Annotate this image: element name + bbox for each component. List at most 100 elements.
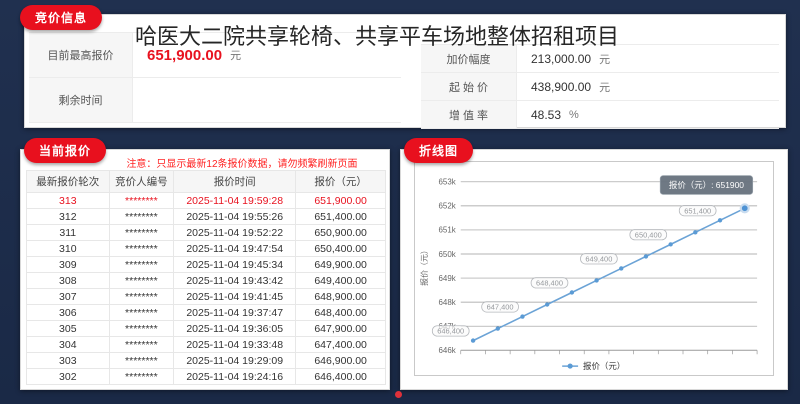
line-chart-svg[interactable]: 653k652k651k650k649k648k647k646k报价（元）646… — [415, 162, 773, 375]
value-unit: 元 — [599, 51, 610, 67]
bids-column-header: 最新报价轮次 — [27, 171, 110, 193]
bid-info-badge: 竞价信息 — [20, 5, 102, 30]
project-title: 哈医大二院共享轮椅、共享平车场地整体招租项目 — [135, 19, 619, 51]
price-cell: 651,900.00 — [296, 193, 386, 209]
bidder-cell: ******** — [109, 321, 174, 337]
svg-text:647,400: 647,400 — [487, 303, 514, 312]
bid-table-row: 306********2025-11-04 19:37:47648,400.00 — [27, 305, 386, 321]
bid-info-value: 438,900.00 元 — [517, 73, 779, 100]
line-chart-badge: 折线图 — [404, 138, 473, 163]
time-cell: 2025-11-04 19:52:22 — [174, 225, 296, 241]
price-cell: 647,900.00 — [296, 321, 386, 337]
svg-text:651k: 651k — [439, 226, 456, 235]
bids-table-header-row: 最新报价轮次竞价人编号报价时间报价（元） — [27, 171, 386, 193]
round-cell: 307 — [27, 289, 110, 305]
time-cell: 2025-11-04 19:43:42 — [174, 273, 296, 289]
bid-info-row: 起 始 价 438,900.00 元 — [421, 73, 779, 101]
bids-table: 最新报价轮次竞价人编号报价时间报价（元） 313********2025-11-… — [26, 170, 386, 385]
bid-table-row: 305********2025-11-04 19:36:05647,900.00 — [27, 321, 386, 337]
bid-table-row: 303********2025-11-04 19:29:09646,900.00 — [27, 353, 386, 369]
price-cell: 647,400.00 — [296, 337, 386, 353]
bid-table-row: 308********2025-11-04 19:43:42649,400.00 — [27, 273, 386, 289]
bid-table-row: 302********2025-11-04 19:24:16646,400.00 — [27, 369, 386, 385]
svg-text:651,400: 651,400 — [684, 206, 711, 215]
price-cell: 649,900.00 — [296, 257, 386, 273]
svg-text:653k: 653k — [439, 178, 456, 187]
bid-info-label: 剩余时间 — [29, 78, 133, 122]
bid-table-row: 309********2025-11-04 19:45:34649,900.00 — [27, 257, 386, 273]
svg-text:646k: 646k — [439, 346, 456, 355]
bidder-cell: ******** — [109, 209, 174, 225]
value-text: 213,000.00 — [531, 52, 591, 66]
pager-dot[interactable] — [395, 391, 402, 398]
time-cell: 2025-11-04 19:33:48 — [174, 337, 296, 353]
bidder-cell: ******** — [109, 305, 174, 321]
bid-info-panel: 哈医大二院共享轮椅、共享平车场地整体招租项目 目前最高报价651,900.00元… — [24, 14, 786, 128]
round-cell: 303 — [27, 353, 110, 369]
price-cell: 646,900.00 — [296, 353, 386, 369]
round-cell: 305 — [27, 321, 110, 337]
time-cell: 2025-11-04 19:41:45 — [174, 289, 296, 305]
round-cell: 306 — [27, 305, 110, 321]
bid-info-value — [133, 78, 401, 122]
bidder-cell: ******** — [109, 353, 174, 369]
svg-text:650k: 650k — [439, 250, 456, 259]
round-cell: 311 — [27, 225, 110, 241]
time-cell: 2025-11-04 19:24:16 — [174, 369, 296, 385]
time-cell: 2025-11-04 19:36:05 — [174, 321, 296, 337]
current-bids-panel: 注意：只显示最新12条报价数据，请勿频繁刷新页面 最新报价轮次竞价人编号报价时间… — [20, 149, 390, 390]
bid-table-row: 312********2025-11-04 19:55:26651,400.00 — [27, 209, 386, 225]
bidder-cell: ******** — [109, 289, 174, 305]
bid-table-row: 311********2025-11-04 19:52:22650,900.00 — [27, 225, 386, 241]
bidder-cell: ******** — [109, 337, 174, 353]
bid-info-label: 增 值 率 — [421, 101, 517, 128]
bidder-cell: ******** — [109, 193, 174, 209]
bid-info-value: 48.53% — [517, 101, 779, 128]
bidder-cell: ******** — [109, 241, 174, 257]
value-text: 48.53 — [531, 108, 561, 122]
price-cell: 649,400.00 — [296, 273, 386, 289]
auction-bidding-page: 竞价信息 哈医大二院共享轮椅、共享平车场地整体招租项目 目前最高报价651,90… — [0, 0, 800, 404]
time-cell: 2025-11-04 19:37:47 — [174, 305, 296, 321]
price-cell: 648,900.00 — [296, 289, 386, 305]
svg-text:649k: 649k — [439, 274, 456, 283]
price-cell: 651,400.00 — [296, 209, 386, 225]
svg-text:报价（元）: 报价（元） — [419, 246, 429, 286]
price-cell: 648,400.00 — [296, 305, 386, 321]
svg-text:649,400: 649,400 — [585, 255, 612, 264]
svg-text:646,400: 646,400 — [437, 327, 464, 336]
svg-text:652k: 652k — [439, 202, 456, 211]
bids-column-header: 报价（元） — [296, 171, 386, 193]
round-cell: 310 — [27, 241, 110, 257]
svg-text:648k: 648k — [439, 298, 456, 307]
bid-table-row: 307********2025-11-04 19:41:45648,900.00 — [27, 289, 386, 305]
time-cell: 2025-11-04 19:45:34 — [174, 257, 296, 273]
round-cell: 313 — [27, 193, 110, 209]
round-cell: 308 — [27, 273, 110, 289]
line-chart[interactable]: 653k652k651k650k649k648k647k646k报价（元）646… — [414, 161, 774, 376]
svg-text:报价（元）: 651900: 报价（元）: 651900 — [669, 180, 744, 190]
bidder-cell: ******** — [109, 225, 174, 241]
refresh-notice: 注意：只显示最新12条报价数据，请勿频繁刷新页面 — [103, 155, 381, 170]
bid-info-row: 剩余时间 — [29, 78, 401, 123]
round-cell: 309 — [27, 257, 110, 273]
time-cell: 2025-11-04 19:55:26 — [174, 209, 296, 225]
line-chart-panel: 653k652k651k650k649k648k647k646k报价（元）646… — [400, 149, 788, 390]
value-unit: % — [569, 109, 579, 121]
bids-column-header: 报价时间 — [174, 171, 296, 193]
bid-info-label: 目前最高报价 — [29, 33, 133, 77]
bidder-cell: ******** — [109, 369, 174, 385]
bid-table-row: 313********2025-11-04 19:59:28651,900.00 — [27, 193, 386, 209]
price-cell: 650,900.00 — [296, 225, 386, 241]
svg-text:650,400: 650,400 — [635, 230, 662, 239]
bid-info-label: 起 始 价 — [421, 73, 517, 100]
time-cell: 2025-11-04 19:59:28 — [174, 193, 296, 209]
price-cell: 650,400.00 — [296, 241, 386, 257]
price-cell: 646,400.00 — [296, 369, 386, 385]
round-cell: 312 — [27, 209, 110, 225]
bid-table-row: 304********2025-11-04 19:33:48647,400.00 — [27, 337, 386, 353]
value-unit: 元 — [599, 79, 610, 95]
bidder-cell: ******** — [109, 273, 174, 289]
value-text: 438,900.00 — [531, 80, 591, 94]
time-cell: 2025-11-04 19:29:09 — [174, 353, 296, 369]
